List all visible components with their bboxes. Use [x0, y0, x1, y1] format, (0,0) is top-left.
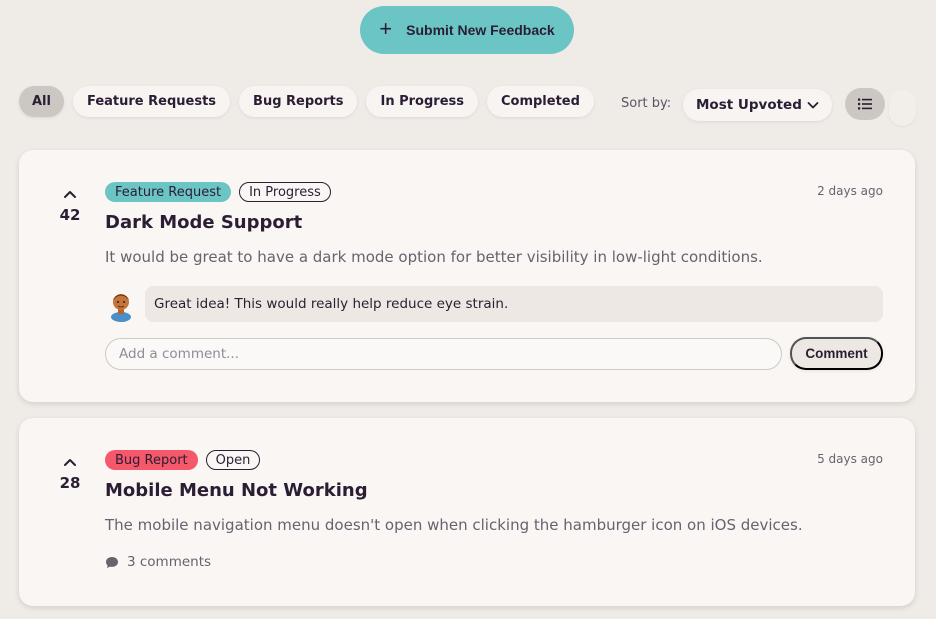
comments-link[interactable]: 3 comments [105, 554, 211, 570]
feedback-title: Mobile Menu Not Working [105, 480, 368, 501]
avatar [111, 294, 131, 322]
list-view-button[interactable] [845, 88, 885, 120]
category-tag: Bug Report [105, 450, 198, 470]
upvote-icon[interactable] [62, 188, 78, 200]
filter-in-progress[interactable]: In Progress [366, 86, 478, 117]
comment-input[interactable] [105, 338, 782, 370]
category-tag: Feature Request [105, 182, 232, 202]
vote-widget: 28 [55, 456, 85, 492]
comment-button[interactable]: Comment [790, 337, 883, 370]
plus-icon: + [379, 16, 393, 41]
grid-view-button[interactable] [889, 90, 916, 126]
tag-list: Feature Request In Progress [105, 182, 331, 202]
list-icon [858, 98, 872, 110]
sort-label: Sort by: [621, 96, 672, 111]
feedback-card: 28 Bug Report Open 5 days ago Mobile Men… [19, 418, 915, 606]
vote-count: 28 [59, 474, 81, 492]
feedback-description: It would be great to have a dark mode op… [105, 248, 763, 266]
comments-count-label: 3 comments [127, 554, 212, 570]
filter-bar: All Feature Requests Bug Reports In Prog… [19, 86, 594, 117]
vote-count: 42 [59, 206, 81, 224]
feedback-title: Dark Mode Support [105, 212, 303, 233]
submit-feedback-label: Submit New Feedback [406, 22, 555, 38]
comment-icon [106, 556, 118, 568]
vote-widget: 42 [55, 188, 85, 224]
status-badge: Open [205, 450, 261, 470]
feedback-description: The mobile navigation menu doesn't open … [105, 516, 803, 534]
sort-select[interactable]: Most Upvoted [683, 89, 832, 121]
tag-list: Bug Report Open [105, 450, 261, 470]
filter-feature-requests[interactable]: Feature Requests [72, 86, 231, 117]
timestamp: 2 days ago [817, 184, 883, 198]
chevron-down-icon [807, 102, 819, 109]
upvote-icon[interactable] [62, 456, 78, 468]
submit-feedback-button[interactable]: + Submit New Feedback [360, 6, 574, 54]
timestamp: 5 days ago [817, 452, 883, 466]
feedback-card: 42 Feature Request In Progress 2 days ag… [19, 150, 915, 402]
filter-all[interactable]: All [19, 86, 64, 117]
sort-selected-value: Most Upvoted [696, 97, 802, 113]
status-badge: In Progress [239, 182, 331, 202]
filter-completed[interactable]: Completed [486, 86, 594, 117]
filter-bug-reports[interactable]: Bug Reports [239, 86, 358, 117]
comment-bubble: Great idea! This would really help reduc… [145, 286, 883, 322]
